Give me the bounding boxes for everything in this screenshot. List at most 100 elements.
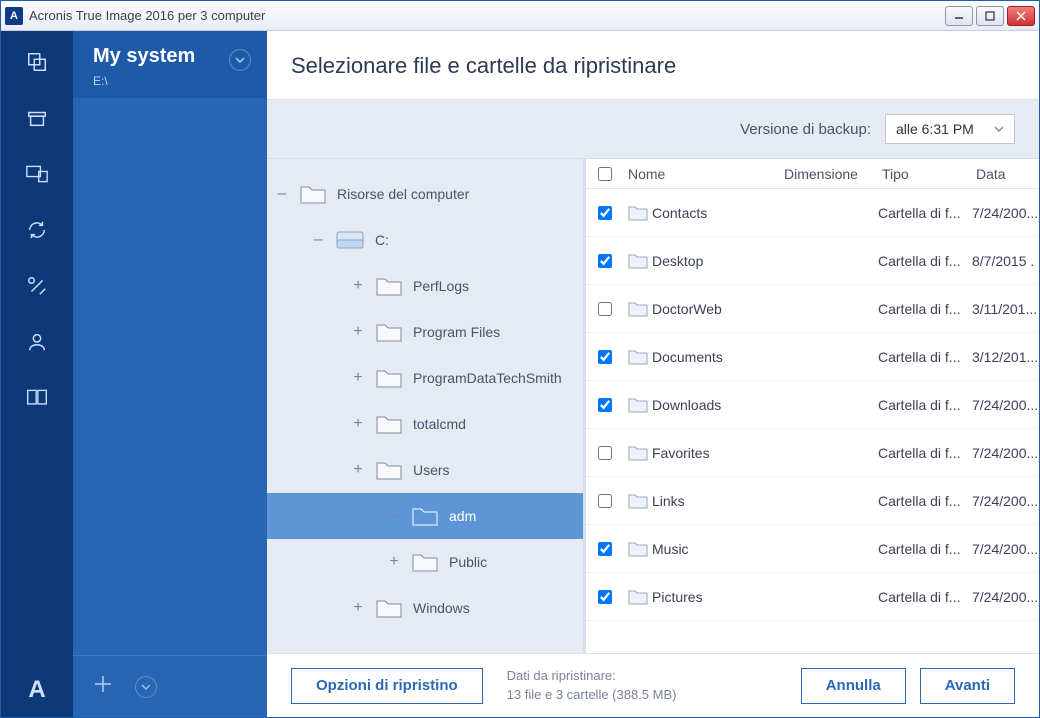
cell-date: 7/24/200... — [972, 493, 1039, 509]
maximize-button[interactable] — [976, 6, 1004, 26]
table-row[interactable]: MusicCartella di f...7/24/200... — [586, 525, 1039, 573]
row-checkbox[interactable] — [598, 398, 612, 412]
tree-node[interactable]: – adm — [267, 493, 583, 539]
tree-drive[interactable]: – C: — [267, 217, 583, 263]
cell-date: 7/24/200... — [972, 445, 1039, 461]
close-button[interactable] — [1007, 6, 1035, 26]
tree-node[interactable]: + Public — [267, 539, 583, 585]
next-button[interactable]: Avanti — [920, 668, 1015, 704]
tree-label: Public — [449, 554, 487, 570]
sync-devices-icon[interactable] — [26, 163, 48, 185]
table-row[interactable]: LinksCartella di f...7/24/200... — [586, 477, 1039, 525]
col-type[interactable]: Tipo — [882, 166, 976, 182]
row-checkbox[interactable] — [598, 494, 612, 508]
sidebar-footer — [73, 655, 267, 717]
chevron-down-icon[interactable] — [229, 49, 251, 71]
folder-icon — [411, 551, 439, 573]
title-bar: A Acronis True Image 2016 per 3 computer — [1, 1, 1039, 31]
cell-name: Pictures — [652, 589, 780, 605]
table-row[interactable]: DesktopCartella di f...8/7/2015 . — [586, 237, 1039, 285]
tree-label: C: — [375, 232, 389, 248]
cell-name: Downloads — [652, 397, 780, 413]
row-checkbox[interactable] — [598, 350, 612, 364]
folder-icon — [624, 348, 652, 366]
cell-name: DoctorWeb — [652, 301, 780, 317]
folder-tree[interactable]: – Risorse del computer – C: + PerfLogs +Pr… — [267, 159, 583, 653]
row-checkbox[interactable] — [598, 542, 612, 556]
content: Selezionare file e cartelle da ripristin… — [267, 31, 1039, 717]
sidebar-current-plan[interactable]: My system E:\ — [73, 31, 267, 98]
cell-type: Cartella di f... — [878, 397, 972, 413]
minimize-button[interactable] — [945, 6, 973, 26]
cell-type: Cartella di f... — [878, 301, 972, 317]
expand-icon[interactable]: + — [351, 278, 365, 294]
tree-node[interactable]: +ProgramDataTechSmith — [267, 355, 583, 401]
folder-icon — [624, 492, 652, 510]
tree-label: adm — [449, 508, 476, 524]
chevron-down-icon[interactable] — [135, 676, 157, 698]
tree-node[interactable]: +Program Files — [267, 309, 583, 355]
acronis-logo-icon[interactable]: A — [26, 679, 48, 701]
help-icon[interactable] — [26, 387, 48, 409]
expand-icon[interactable]: + — [351, 600, 365, 616]
collapse-icon[interactable]: – — [311, 232, 325, 248]
row-checkbox[interactable] — [598, 254, 612, 268]
version-bar: Versione di backup: alle 6:31 PM — [267, 99, 1039, 159]
cancel-button[interactable]: Annulla — [801, 668, 906, 704]
expand-icon[interactable]: + — [387, 554, 401, 570]
row-checkbox[interactable] — [598, 446, 612, 460]
expand-icon[interactable]: + — [351, 324, 365, 340]
expand-icon[interactable]: + — [351, 416, 365, 432]
row-checkbox[interactable] — [598, 302, 612, 316]
table-row[interactable]: PicturesCartella di f...7/24/200... — [586, 573, 1039, 621]
table-row[interactable]: ContactsCartella di f...7/24/200... — [586, 189, 1039, 237]
file-table[interactable]: Nome Dimensione Tipo Data ContactsCartel… — [583, 159, 1039, 653]
folder-icon — [375, 275, 403, 297]
tree-label: Risorse del computer — [337, 186, 469, 202]
table-row[interactable]: FavoritesCartella di f...7/24/200... — [586, 429, 1039, 477]
restore-options-button[interactable]: Opzioni di ripristino — [291, 668, 483, 704]
expand-icon[interactable]: – — [387, 508, 401, 524]
account-icon[interactable] — [26, 331, 48, 353]
cell-name: Contacts — [652, 205, 780, 221]
sidebar: My system E:\ — [73, 31, 267, 717]
footer: Opzioni di ripristino Dati da ripristina… — [267, 653, 1039, 717]
folder-icon — [624, 444, 652, 462]
col-name[interactable]: Nome — [624, 166, 784, 182]
summary-label: Dati da ripristinare: — [507, 667, 777, 685]
add-plan-icon[interactable] — [93, 674, 113, 699]
tree-label: Windows — [413, 600, 470, 616]
table-row[interactable]: DownloadsCartella di f...7/24/200... — [586, 381, 1039, 429]
table-row[interactable]: DocumentsCartella di f...3/12/201... — [586, 333, 1039, 381]
row-checkbox[interactable] — [598, 206, 612, 220]
tree-node[interactable]: +Users — [267, 447, 583, 493]
cell-name: Desktop — [652, 253, 780, 269]
folder-icon — [624, 204, 652, 222]
archive-icon[interactable] — [26, 107, 48, 129]
tree-node[interactable]: + PerfLogs — [267, 263, 583, 309]
col-date[interactable]: Data — [976, 166, 1039, 182]
collapse-icon[interactable]: – — [275, 186, 289, 202]
tree-label: PerfLogs — [413, 278, 469, 294]
tree-node[interactable]: +totalcmd — [267, 401, 583, 447]
table-row[interactable]: DoctorWebCartella di f...3/11/201... — [586, 285, 1039, 333]
tree-root[interactable]: – Risorse del computer — [267, 171, 583, 217]
cell-type: Cartella di f... — [878, 349, 972, 365]
folder-icon — [375, 459, 403, 481]
version-select[interactable]: alle 6:31 PM — [885, 114, 1015, 144]
drive-icon — [335, 228, 365, 252]
select-all-checkbox[interactable] — [598, 167, 612, 181]
row-checkbox[interactable] — [598, 590, 612, 604]
tree-node[interactable]: + Windows — [267, 585, 583, 631]
backup-icon[interactable] — [26, 51, 48, 73]
tools-icon[interactable] — [26, 275, 48, 297]
col-size[interactable]: Dimensione — [784, 166, 882, 182]
expand-icon[interactable]: + — [351, 370, 365, 386]
expand-icon[interactable]: + — [351, 462, 365, 478]
sync-icon[interactable] — [26, 219, 48, 241]
app-icon: A — [5, 7, 23, 25]
folder-icon — [411, 505, 439, 527]
folder-icon — [299, 183, 327, 205]
cell-date: 7/24/200... — [972, 541, 1039, 557]
chevron-down-icon — [994, 124, 1004, 134]
